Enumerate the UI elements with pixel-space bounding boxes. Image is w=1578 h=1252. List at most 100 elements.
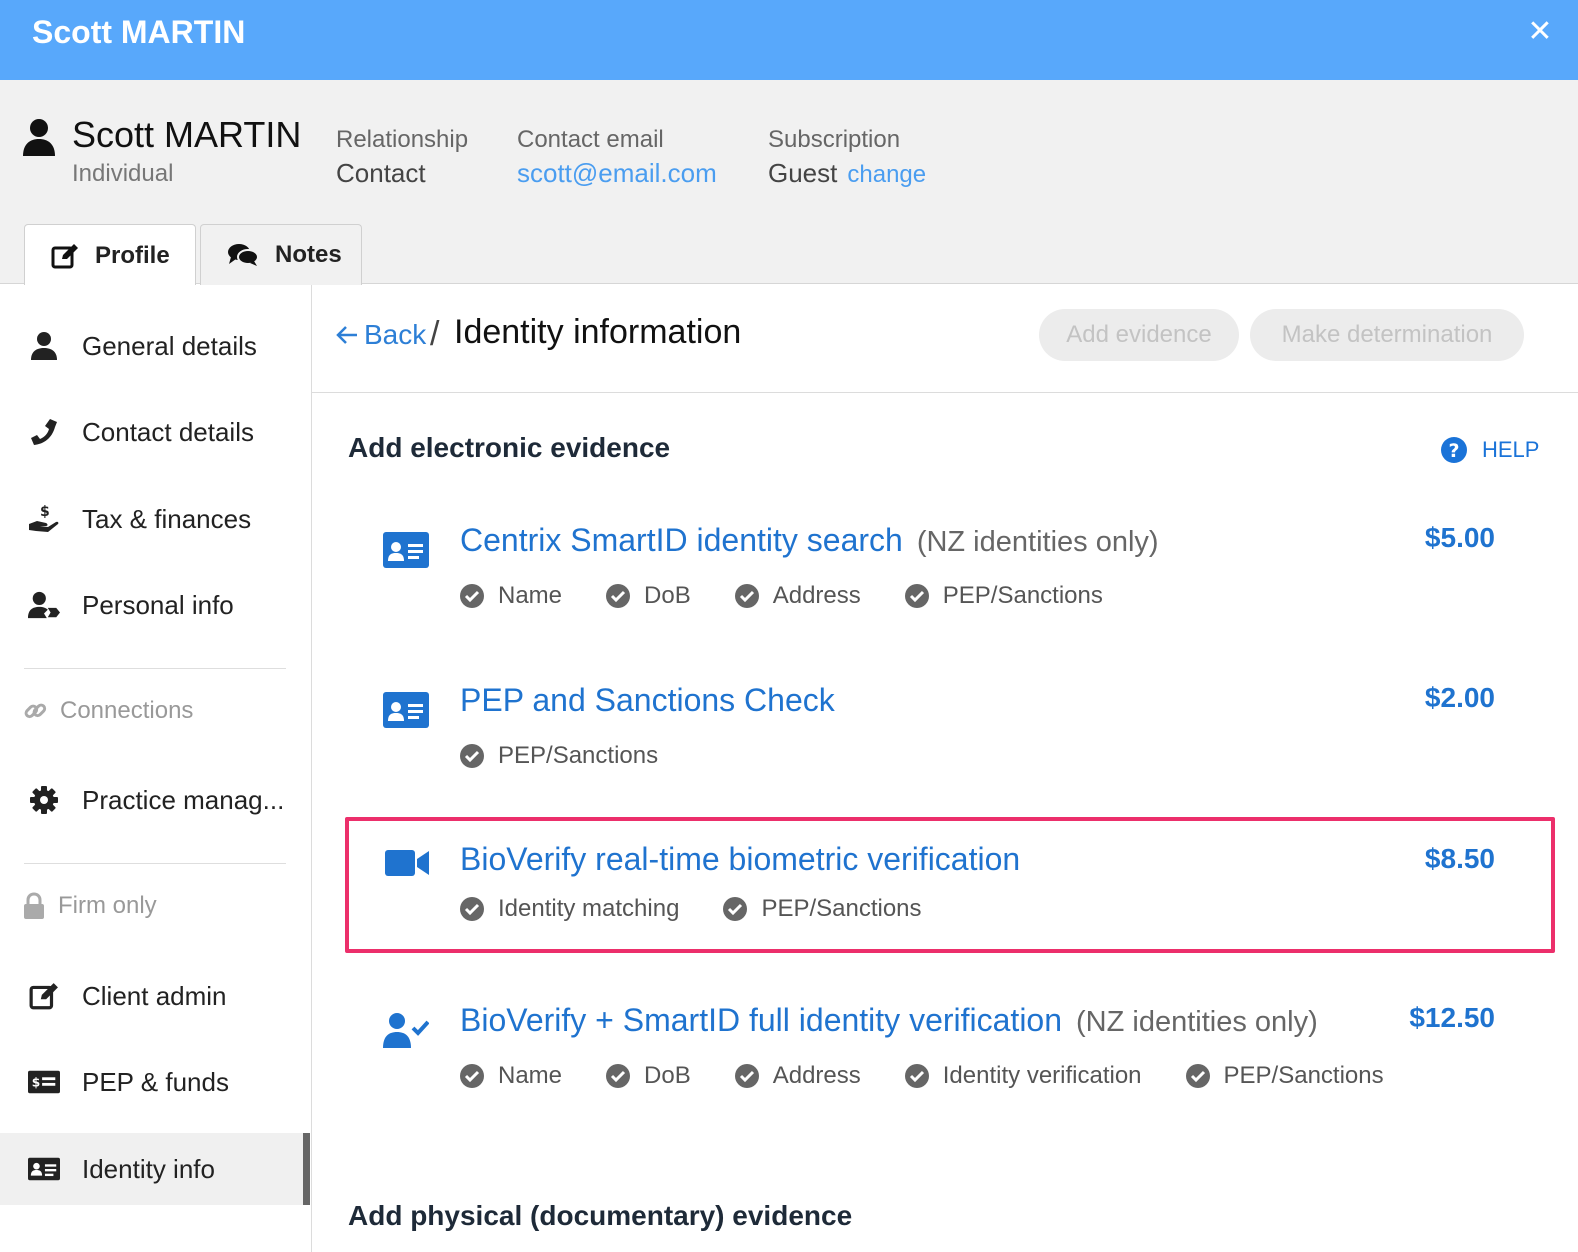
add-evidence-button[interactable]: Add evidence: [1039, 309, 1239, 361]
help-link[interactable]: ? HELP: [1440, 436, 1539, 464]
evidence-note: (NZ identities only): [1076, 1006, 1318, 1038]
check-item: PEP/Sanctions: [904, 582, 1103, 610]
evidence-title[interactable]: PEP and Sanctions Check: [460, 682, 835, 719]
check-circle-icon: [904, 1064, 929, 1088]
section-heading-physical: Add physical (documentary) evidence: [348, 1200, 853, 1231]
check-item: PEP/Sanctions: [723, 895, 922, 923]
relationship-label: Relationship: [336, 126, 469, 153]
evidence-item-bioverify[interactable]: BioVerify real-time biometric verificati…: [345, 817, 1555, 953]
sidebar-item-general-details[interactable]: General details: [0, 310, 310, 382]
check-circle-icon: [904, 584, 929, 608]
evidence-item-centrix-smartid[interactable]: Centrix SmartID identity search (NZ ident…: [345, 508, 1555, 644]
relationship-value: Contact: [336, 158, 426, 188]
link-icon: [24, 703, 47, 719]
sidebar-section-label: Firm only: [58, 892, 157, 919]
subscription-change-link[interactable]: change: [847, 161, 926, 188]
sidebar-divider: [24, 863, 286, 864]
hand-dollar-icon: $: [28, 503, 60, 535]
check-label: DoB: [644, 582, 691, 609]
evidence-checks: Name DoB Address PEP/Sanctions: [460, 582, 1147, 610]
sidebar-item-personal-info[interactable]: Personal info: [0, 569, 310, 641]
evidence-title[interactable]: BioVerify real-time biometric verificati…: [460, 841, 1020, 878]
subscription-field: Subscription Guest change: [768, 126, 926, 189]
sidebar-item-identity-info[interactable]: Identity info: [0, 1133, 310, 1205]
user-check-icon: [383, 1013, 429, 1048]
evidence-title-text: BioVerify + SmartID full identity verifi…: [460, 1002, 1063, 1038]
sidebar-item-pep-funds[interactable]: $ PEP & funds: [0, 1046, 310, 1118]
help-circle-icon: ?: [1441, 437, 1467, 463]
check-label: Name: [498, 1062, 563, 1089]
sidebar-item-label: Identity info: [82, 1153, 215, 1184]
evidence-note: (NZ identities only): [916, 526, 1159, 558]
page-title: Identity information: [454, 313, 742, 351]
money-card-icon: $: [28, 1066, 60, 1098]
evidence-title[interactable]: Centrix SmartID identity search (NZ ident…: [460, 522, 1159, 559]
check-item: Name: [460, 582, 562, 610]
check-label: PEP/Sanctions: [942, 582, 1103, 609]
check-circle-icon: [1185, 1064, 1210, 1088]
gear-icon: [28, 784, 60, 816]
sidebar-item-label: Contact details: [82, 416, 254, 447]
edit-icon: [51, 243, 78, 268]
sidebar-divider: [24, 668, 286, 669]
check-label: PEP/Sanctions: [1223, 1062, 1384, 1089]
svg-text:$: $: [32, 1076, 41, 1090]
check-item: Identity verification: [904, 1062, 1142, 1090]
check-item: PEP/Sanctions: [460, 742, 658, 770]
evidence-price: $2.00: [1424, 682, 1495, 713]
check-item: Address: [734, 582, 861, 610]
subscription-value: Guest change: [768, 158, 926, 189]
back-link[interactable]: Back: [336, 319, 426, 351]
evidence-price: $12.50: [1409, 1002, 1495, 1033]
sidebar-section-firm-only: Firm only: [22, 892, 157, 920]
sidebar-item-client-admin[interactable]: Client admin: [0, 960, 310, 1032]
sidebar-section-label: Connections: [60, 697, 194, 724]
evidence-title[interactable]: BioVerify + SmartID full identity verifi…: [460, 1002, 1318, 1039]
sidebar-item-label: Tax & finances: [82, 503, 252, 534]
evidence-checks: PEP/Sanctions: [460, 742, 702, 770]
svg-text:$: $: [40, 504, 50, 520]
check-item: PEP/Sanctions: [1185, 1062, 1384, 1090]
check-label: PEP/Sanctions: [761, 895, 922, 922]
content-topbar: Back / Identity information Add evidence…: [312, 285, 1578, 393]
close-icon[interactable]: ✕: [1522, 14, 1558, 50]
user-tag-icon: [28, 589, 60, 621]
profile-type: Individual: [72, 160, 174, 187]
sidebar-item-label: PEP & funds: [82, 1066, 229, 1097]
person-icon: [23, 119, 55, 156]
contact-email-link[interactable]: scott@email.com: [517, 158, 717, 189]
tab-notes-label: Notes: [275, 241, 342, 268]
arrow-left-icon: [336, 326, 357, 344]
lock-icon: [24, 892, 44, 919]
sidebar-item-contact-details[interactable]: Contact details: [0, 396, 310, 468]
evidence-title-text: Centrix SmartID identity search: [460, 522, 903, 558]
check-label: PEP/Sanctions: [498, 742, 659, 769]
evidence-checks: Identity matching PEP/Sanctions: [460, 895, 966, 923]
check-item: Address: [734, 1062, 861, 1090]
check-circle-icon: [734, 1064, 759, 1088]
sidebar-item-label: Client admin: [82, 980, 227, 1011]
user-icon: [28, 330, 60, 362]
tab-profile[interactable]: Profile: [24, 224, 196, 286]
check-circle-icon: [606, 584, 631, 608]
evidence-checks: Name DoB Address Identity verification P…: [460, 1062, 1428, 1090]
help-label: HELP: [1482, 437, 1540, 462]
tab-notes[interactable]: Notes: [200, 224, 362, 285]
sidebar-section-connections: Connections: [22, 697, 193, 725]
check-label: DoB: [644, 1062, 691, 1089]
subscription-label: Subscription: [768, 126, 901, 153]
window-title: Scott MARTIN: [32, 14, 246, 50]
check-circle-icon: [734, 584, 759, 608]
id-card-icon: [383, 532, 429, 568]
check-circle-icon: [460, 1064, 484, 1088]
relationship-field: Relationship Contact: [336, 126, 468, 189]
evidence-title-text: PEP and Sanctions Check: [460, 682, 835, 718]
id-card-icon: [383, 692, 429, 728]
make-determination-button[interactable]: Make determination: [1250, 309, 1524, 361]
evidence-item-bioverify-smartid[interactable]: BioVerify + SmartID full identity verifi…: [345, 988, 1555, 1124]
sidebar-item-label: Personal info: [82, 589, 234, 620]
sidebar-item-practice-management[interactable]: Practice manag...: [0, 764, 310, 836]
evidence-item-pep-sanctions[interactable]: PEP and Sanctions Check $2.00 PEP/Sancti…: [345, 668, 1555, 804]
sidebar-item-tax-finances[interactable]: $ Tax & finances: [0, 483, 310, 555]
sidebar-item-label: General details: [82, 330, 257, 361]
